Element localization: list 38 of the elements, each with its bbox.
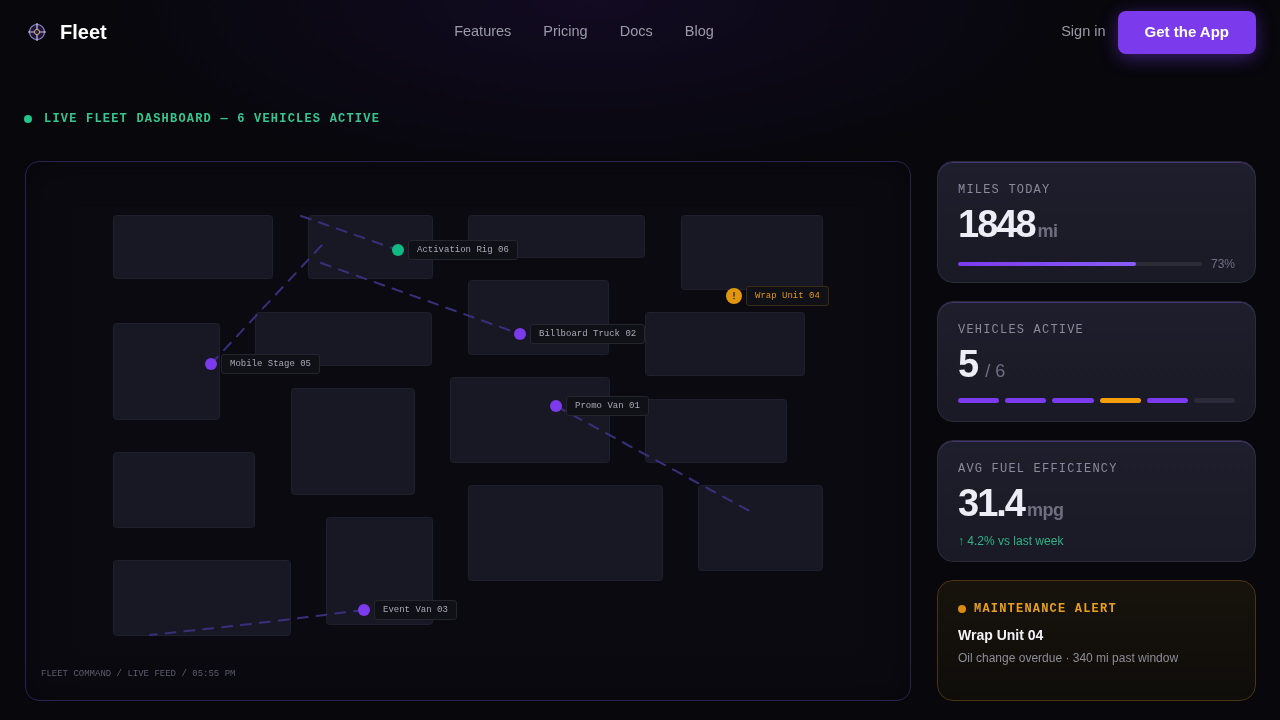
stat-unit: mi	[1037, 220, 1058, 243]
brand-name[interactable]: Fleet	[60, 17, 107, 47]
sign-in-link[interactable]: Sign in	[1061, 21, 1106, 43]
wheel-icon	[27, 22, 47, 42]
status-dot-icon	[24, 115, 32, 123]
vehicle-marker-icon[interactable]	[358, 604, 370, 616]
alert-dot-icon	[958, 604, 966, 613]
vehicle-label: Mobile Stage 05	[221, 354, 320, 374]
stat-label: VEHICLES ACTIVE	[958, 321, 1086, 338]
vehicle-label: Activation Rig 06	[408, 240, 518, 260]
nav-link[interactable]: Docs	[619, 21, 653, 43]
vehicle-label: Event Van 03	[374, 600, 457, 620]
map-footer-text: FLEET COMMAND / LIVE FEED / 05:55 PM	[41, 668, 236, 680]
stat-value: 1848	[958, 204, 1035, 244]
stat-value: 31.4	[958, 483, 1024, 523]
vehicle-label: Promo Van 01	[566, 396, 649, 416]
vehicle-marker-icon[interactable]	[205, 358, 217, 370]
nav-link[interactable]: Blog	[684, 21, 714, 43]
stat-value: 5	[958, 343, 978, 384]
alert-detail: Oil change overdue · 340 mi past window	[958, 649, 1180, 667]
vehicle-label: Billboard Truck 02	[530, 324, 646, 344]
vehicle-label: Wrap Unit 04	[746, 286, 829, 306]
stat-unit: / 6	[985, 359, 1006, 383]
trend-text: ↑ 4.2% vs last week	[958, 533, 1065, 549]
vehicle-marker-icon[interactable]	[392, 244, 404, 256]
vehicle-marker-icon[interactable]	[514, 328, 526, 340]
alert-title: MAINTENANCE ALERT	[974, 600, 1117, 617]
vehicle-marker-icon[interactable]	[550, 400, 562, 412]
get-app-button[interactable]: Get the App	[1117, 10, 1256, 54]
stat-label: MILES TODAY	[958, 182, 1052, 198]
stat-unit: mpg	[1026, 499, 1064, 522]
nav-link[interactable]: Pricing	[543, 21, 588, 43]
status-text: LIVE FLEET DASHBOARD — 6 VEHICLES ACTIVE	[44, 111, 381, 127]
progress-reading: 73%	[1210, 256, 1235, 272]
stat-label: AVG FUEL EFFICIENCY	[958, 461, 1119, 477]
alert-vehicle-name: Wrap Unit 04	[958, 625, 1045, 645]
warning-marker-icon[interactable]	[726, 288, 742, 304]
nav-link[interactable]: Features	[454, 21, 512, 43]
